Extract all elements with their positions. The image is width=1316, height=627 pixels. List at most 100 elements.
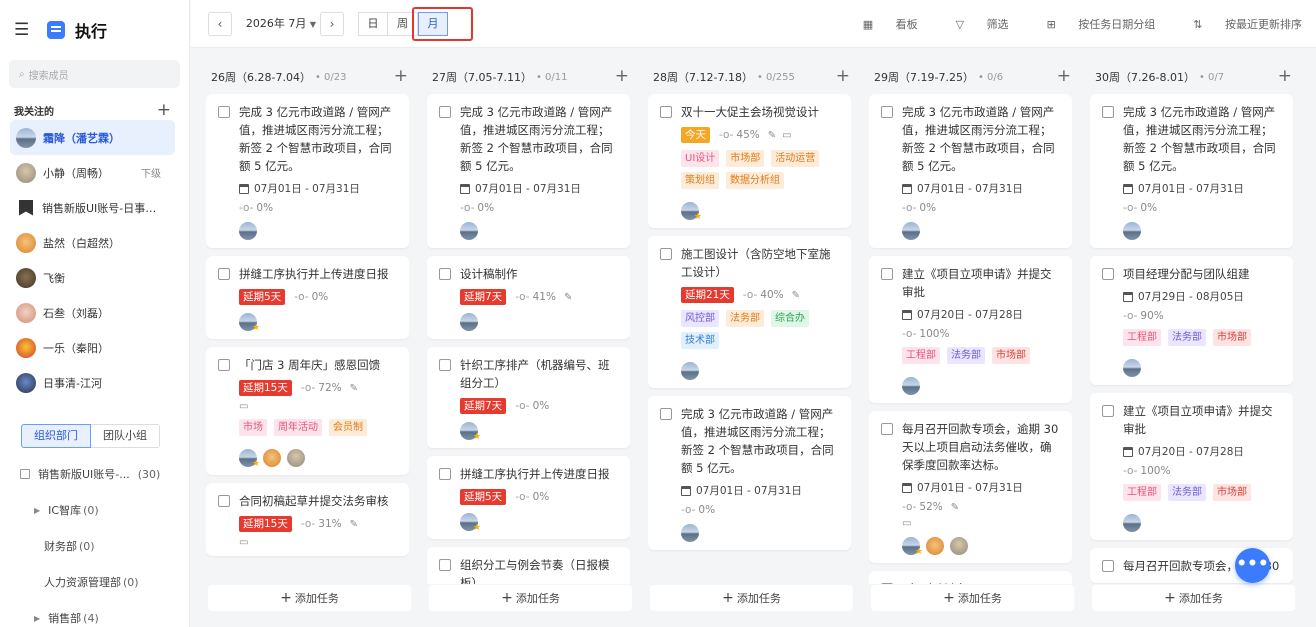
avatar[interactable]: ★ <box>239 313 260 333</box>
expand-caret-icon[interactable]: ▶ <box>34 614 40 623</box>
add-task-button[interactable]: + 添加任务 <box>650 585 853 611</box>
prev-month-button[interactable]: ‹ <box>208 12 232 36</box>
column-add-icon[interactable]: + <box>615 66 629 86</box>
org-tree-item[interactable]: 财务部 (0) <box>0 528 189 564</box>
edit-icon[interactable]: ✎ <box>951 502 959 513</box>
avatar[interactable] <box>902 377 920 395</box>
task-checkbox[interactable] <box>881 268 893 280</box>
edit-icon[interactable]: ✎ <box>792 290 800 301</box>
add-task-button[interactable]: + 添加任务 <box>429 585 632 611</box>
avatar[interactable]: ★ <box>460 513 481 533</box>
task-card[interactable]: 每月召开回款专项会，逾期 30 天以上项目启动法务催收，确保季度回款率达标。 07… <box>869 411 1072 563</box>
following-person[interactable]: 盐然（白超然） <box>10 225 175 260</box>
task-card[interactable]: 建立《项目立项申请》并提交审批 07月20日 - 07月28日 -o- 100% 工程部… <box>869 256 1072 403</box>
task-card[interactable]: 完成 3 亿元市政道路 / 管网产值，推进城区雨污分流工程；新签 2 个智慧市政… <box>1090 94 1293 248</box>
next-month-button[interactable]: › <box>320 12 344 36</box>
task-checkbox[interactable] <box>439 106 451 118</box>
task-checkbox[interactable] <box>218 495 230 507</box>
task-checkbox[interactable] <box>1102 405 1114 417</box>
following-person[interactable]: 一乐（秦阳） <box>10 330 175 365</box>
comment-icon[interactable]: ▭ <box>902 518 1062 529</box>
org-tree-item[interactable]: 销售新版UI账号-... (30) <box>0 456 189 492</box>
task-checkbox[interactable] <box>218 359 230 371</box>
following-person[interactable]: 石叁（刘磊） <box>10 295 175 330</box>
task-card[interactable]: 完成 3 亿元市政道路 / 管网产值，推进城区雨污分流工程；新签 2 个智慧市政… <box>869 94 1072 248</box>
task-card[interactable]: 拼缝工序执行并上传进度日报 延期5天 -o- 0% ★ <box>206 256 409 339</box>
task-card[interactable]: 设计稿制作 延期7天 -o- 41% ✎ <box>427 256 630 339</box>
avatar[interactable] <box>950 537 968 555</box>
task-card[interactable]: 建立《项目立项申请》并提交审批 07月20日 - 07月28日 -o- 100% 工程部… <box>1090 393 1293 540</box>
column-add-icon[interactable]: + <box>394 66 408 86</box>
org-tree-item[interactable]: ▶ IC智库 (0) <box>0 492 189 528</box>
task-checkbox[interactable] <box>439 359 451 371</box>
comment-icon[interactable]: ▭ <box>782 130 791 141</box>
avatar[interactable] <box>681 524 699 542</box>
edit-icon[interactable]: ✎ <box>350 519 358 530</box>
task-checkbox[interactable] <box>1102 560 1114 572</box>
task-card[interactable]: 完成 3 亿元市政道路 / 管网产值，推进城区雨污分流工程；新签 2 个智慧市政… <box>206 94 409 248</box>
avatar[interactable] <box>263 449 281 467</box>
task-card[interactable]: 施工图设计（含防空地下室施工设计） 延期21天 -o- 40% ✎ 风控部 法务部 综合办 技术… <box>648 236 851 388</box>
edit-icon[interactable]: ✎ <box>768 130 776 141</box>
edit-icon[interactable]: ✎ <box>350 383 358 394</box>
task-card[interactable]: 合同初稿起草并提交法务审核 延期15天 -o- 31% ✎ ▭ <box>206 483 409 556</box>
avatar[interactable]: ★ <box>902 537 923 557</box>
avatar[interactable] <box>926 537 944 555</box>
more-actions-fab[interactable]: ••• <box>1235 548 1270 583</box>
following-person[interactable]: 飞衡 <box>10 260 175 295</box>
add-following-icon[interactable]: + <box>157 100 171 120</box>
column-add-icon[interactable]: + <box>1278 66 1292 86</box>
task-checkbox[interactable] <box>218 106 230 118</box>
edit-icon[interactable]: ✎ <box>564 292 572 303</box>
task-checkbox[interactable] <box>1102 106 1114 118</box>
task-card[interactable]: 组织分工与例会节奏（日报模板） <box>427 547 630 584</box>
avatar[interactable]: ★ <box>681 202 702 222</box>
comment-icon[interactable]: ▭ <box>239 537 399 548</box>
task-checkbox[interactable] <box>439 559 451 571</box>
task-checkbox[interactable] <box>439 268 451 280</box>
column-add-icon[interactable]: + <box>1057 66 1071 86</box>
following-person[interactable]: 日事清-江河 <box>10 365 175 400</box>
avatar[interactable] <box>1123 359 1141 377</box>
org-tree-item[interactable]: ▶ 销售部 (4) <box>0 600 189 627</box>
comment-icon[interactable]: ▭ <box>239 401 399 412</box>
task-card[interactable]: 「门店 3 周年庆」感恩回馈 延期15天 -o- 72% ✎ ▭ 市场 周年活动 会员制 ★ <box>206 347 409 475</box>
task-checkbox[interactable] <box>1102 268 1114 280</box>
following-person[interactable]: 霜降（潘艺霖） <box>10 120 175 155</box>
avatar[interactable] <box>460 222 478 240</box>
add-task-button[interactable]: + 添加任务 <box>208 585 411 611</box>
task-checkbox[interactable] <box>881 106 893 118</box>
add-task-button[interactable]: + 添加任务 <box>871 585 1074 611</box>
task-checkbox[interactable] <box>881 423 893 435</box>
task-checkbox[interactable] <box>439 468 451 480</box>
following-person[interactable]: 销售新版UI账号-日事清... <box>10 190 175 225</box>
org-tree-item[interactable]: 人力资源管理部 (0) <box>0 564 189 600</box>
avatar[interactable] <box>902 222 920 240</box>
task-card[interactable]: 完成 3 亿元市政道路 / 管网产值，推进城区雨污分流工程；新签 2 个智慧市政… <box>427 94 630 248</box>
task-card[interactable]: 双十一大促主会场视觉设计 今天 -o- 45% ✎ ▭ UI设计 市场部 活动运营 策划组 数据分析… <box>648 94 851 228</box>
hamburger-menu-icon[interactable]: ☰ <box>14 20 34 40</box>
task-card[interactable]: 拼缝工序执行并上传进度日报 延期5天 -o- 0% ★ <box>427 456 630 539</box>
task-checkbox[interactable] <box>660 106 672 118</box>
task-checkbox[interactable] <box>660 248 672 260</box>
avatar[interactable] <box>681 362 699 380</box>
task-checkbox[interactable] <box>660 408 672 420</box>
task-checkbox[interactable] <box>218 268 230 280</box>
avatar[interactable] <box>239 222 257 240</box>
view-day[interactable]: 日 <box>358 12 388 36</box>
month-selector[interactable]: 2026年 7月 ▼ <box>235 12 327 36</box>
task-card[interactable]: 项目经理分配与团队组建 07月29日 - 08月05日 -o- 90% 工程部 法务部 市场… <box>1090 256 1293 385</box>
avatar[interactable]: ★ <box>239 449 260 469</box>
task-checkbox[interactable] <box>881 583 893 584</box>
add-task-button[interactable]: + 添加任务 <box>1092 585 1295 611</box>
avatar[interactable]: ★ <box>460 422 481 442</box>
task-card[interactable]: （更多任务） <box>869 571 1072 584</box>
kanban-button[interactable]: ▦ 看板 <box>844 16 918 32</box>
filter-button[interactable]: ▽ 筛选 <box>937 16 1009 32</box>
following-person[interactable]: 小静（周畅） 下级 <box>10 155 175 190</box>
avatar[interactable] <box>287 449 305 467</box>
tab-team[interactable]: 团队小组 <box>91 424 160 448</box>
avatar[interactable] <box>460 313 478 331</box>
expand-caret-icon[interactable]: ▶ <box>34 506 40 515</box>
sort-button[interactable]: ⇅ 按最近更新排序 <box>1174 16 1302 32</box>
